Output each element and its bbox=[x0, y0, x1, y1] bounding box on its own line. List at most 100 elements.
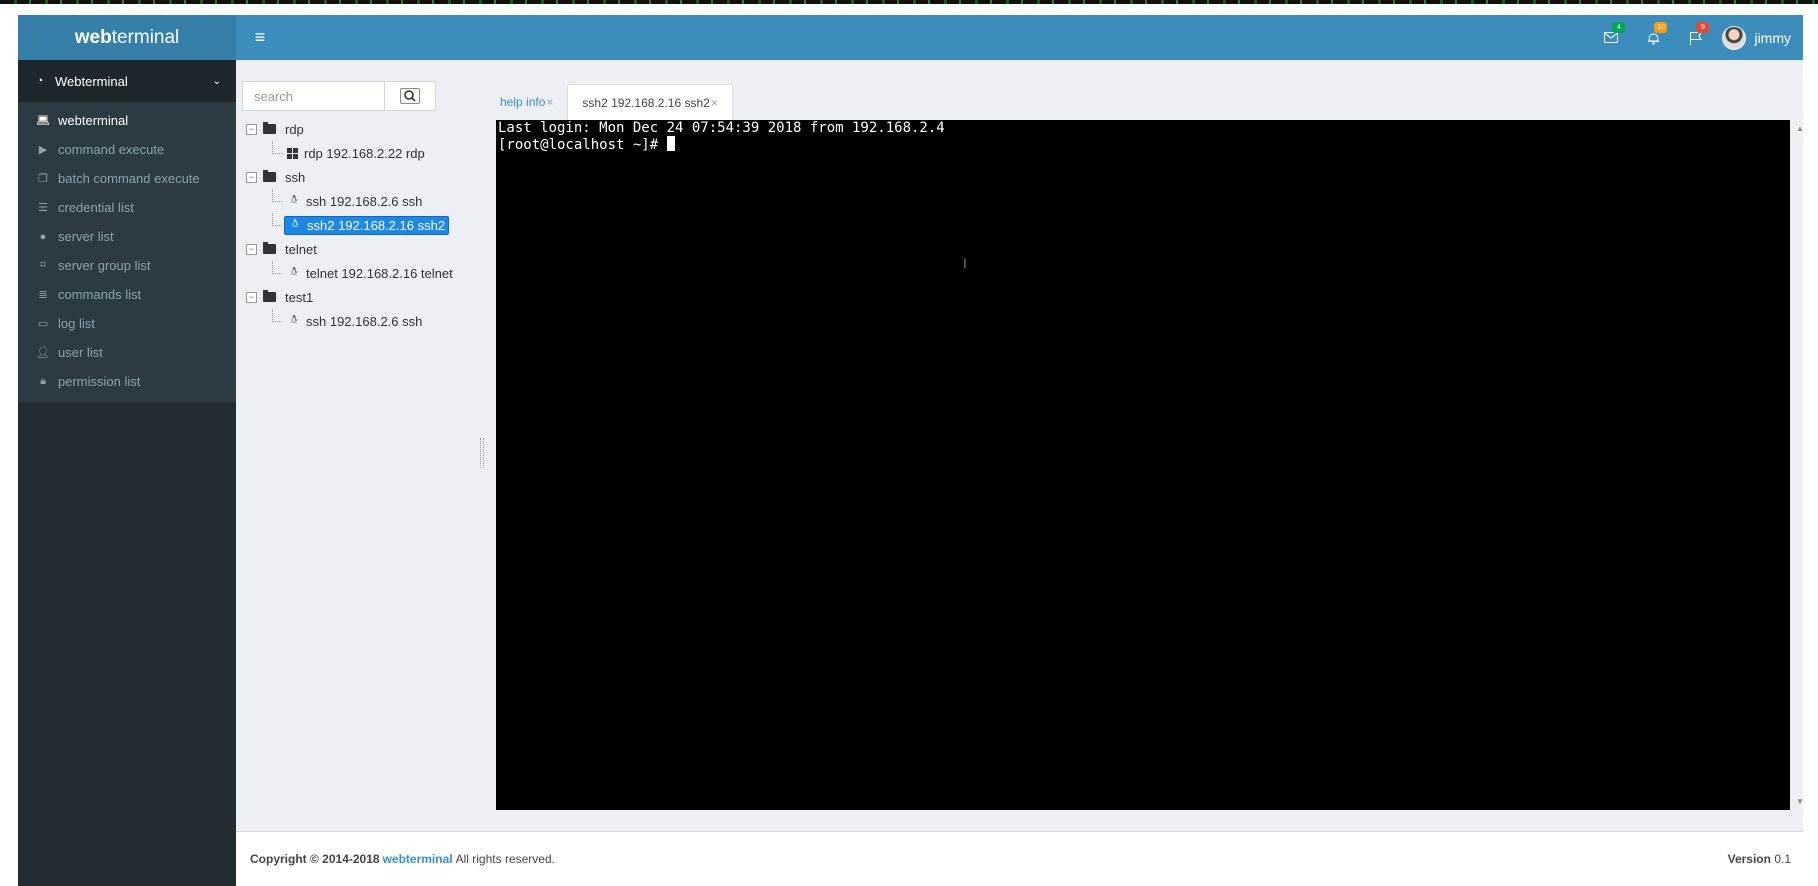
content-wrapper: − rdp rdp 192.168.2.22 rdp − ssh bbox=[236, 60, 1803, 831]
tree-folder-label[interactable]: test1 bbox=[282, 289, 316, 306]
sidebar-item-server-list[interactable]: ● server list bbox=[18, 222, 236, 251]
folder-icon bbox=[263, 290, 276, 302]
tree-node: 🐧︎ ssh2 192.168.2.16 ssh2 bbox=[246, 213, 450, 237]
collapse-toggle[interactable]: − bbox=[246, 123, 257, 135]
close-icon[interactable]: × bbox=[711, 96, 718, 110]
close-icon[interactable]: × bbox=[546, 95, 553, 109]
tree-node-telnet-192-168-2-16[interactable]: 🐧︎ telnet 192.168.2.16 telnet bbox=[284, 265, 456, 282]
tree-folder-label[interactable]: ssh bbox=[282, 169, 308, 186]
sidebar-menu: 💻︎ webterminal ▶ command execute ❐ batch… bbox=[18, 102, 236, 402]
sidebar-item-permission-list[interactable]: 🔒︎ permission list bbox=[18, 367, 236, 396]
version-info: Version 0.1 bbox=[1728, 852, 1791, 866]
sidebar-item-label: server group list bbox=[58, 258, 151, 273]
tree-node-label: ssh 192.168.2.6 ssh bbox=[306, 313, 423, 329]
messages-button[interactable]: 4 bbox=[1590, 15, 1632, 60]
search-input[interactable] bbox=[242, 81, 384, 111]
search-icon bbox=[404, 90, 416, 102]
main-header: webterminal ≡ 4 10 9 jimmy bbox=[18, 15, 1803, 60]
notifications-badge: 10 bbox=[1654, 22, 1668, 33]
folder-icon bbox=[263, 170, 276, 182]
linux-icon: 🐧︎ bbox=[290, 194, 298, 206]
tree-connector bbox=[272, 309, 282, 322]
user-icon: 👤︎ bbox=[36, 347, 50, 359]
tree-folder-label[interactable]: telnet bbox=[282, 241, 320, 258]
scroll-up-icon[interactable]: ▲ bbox=[1796, 124, 1803, 133]
version-label: Version bbox=[1727, 852, 1771, 866]
app-window: webterminal ≡ 4 10 9 jimmy ◔ Webterminal… bbox=[18, 15, 1803, 886]
folder-icon bbox=[263, 242, 276, 254]
sidebar-item-label: command execute bbox=[58, 142, 165, 157]
terminal-scrollbar[interactable]: ▲ ▼ bbox=[1796, 120, 1803, 810]
list-ol-icon: ☰ bbox=[38, 202, 48, 214]
lock-icon: 🔒︎ bbox=[40, 375, 46, 387]
mouse-ibeam-cursor-icon: I bbox=[963, 255, 967, 271]
tree-node-label: telnet 192.168.2.16 telnet bbox=[306, 265, 453, 281]
tab-help-info[interactable]: help info × bbox=[486, 84, 567, 120]
sidebar-item-webterminal[interactable]: 💻︎ webterminal bbox=[18, 106, 236, 135]
terminal-cursor bbox=[666, 136, 675, 151]
tree-node: 🐧︎ telnet 192.168.2.16 telnet bbox=[246, 261, 453, 285]
sidebar-item-batch-command-execute[interactable]: ❐ batch command execute bbox=[18, 164, 236, 193]
tree-folder-label[interactable]: rdp bbox=[282, 121, 307, 138]
sidebar-item-command-execute[interactable]: ▶ command execute bbox=[18, 135, 236, 164]
sidebar: ◔ Webterminal ⌄ 💻︎ webterminal ▶ command… bbox=[18, 60, 236, 886]
logo-rest: terminal bbox=[111, 27, 180, 48]
user-menu[interactable]: jimmy bbox=[1716, 15, 1803, 60]
sidebar-item-log-list[interactable]: ▭ log list bbox=[18, 309, 236, 338]
tree-node-label: ssh 192.168.2.6 ssh bbox=[306, 193, 423, 209]
tree-node-ssh-192-168-2-6[interactable]: 🐧︎ ssh 192.168.2.6 ssh bbox=[284, 193, 425, 210]
tab-ssh2-192-168-2-16[interactable]: ssh2 192.168.2.16 ssh2 × bbox=[567, 84, 733, 120]
tree-node: rdp 192.168.2.22 rdp bbox=[246, 141, 446, 165]
sidebar-section-webterminal[interactable]: ◔ Webterminal ⌄ bbox=[18, 60, 236, 102]
tree-connector bbox=[272, 261, 282, 274]
navbar-right: 4 10 9 jimmy bbox=[1590, 15, 1803, 60]
desktop-icon: ▭ bbox=[37, 318, 49, 330]
laptop-icon: 💻︎ bbox=[36, 115, 50, 127]
pane-splitter-handle[interactable] bbox=[480, 438, 484, 468]
list-icon: ≣ bbox=[38, 289, 48, 301]
copy-icon: ❐ bbox=[38, 173, 48, 185]
terminal-screen[interactable]: Last login: Mon Dec 24 07:54:39 2018 fro… bbox=[496, 120, 1790, 810]
tree-connector bbox=[272, 213, 282, 226]
crop-icon: ⌗ bbox=[39, 259, 47, 271]
rights-text: All rights reserved. bbox=[455, 852, 555, 866]
chevron-down-icon: ⌄ bbox=[212, 75, 221, 87]
sidebar-toggle-button[interactable]: ≡ bbox=[250, 27, 270, 47]
collapse-toggle[interactable]: − bbox=[246, 243, 257, 255]
scroll-down-icon[interactable]: ▼ bbox=[1796, 797, 1803, 806]
envelope-icon bbox=[1604, 32, 1619, 43]
sidebar-item-server-group-list[interactable]: ⌗ server group list bbox=[18, 251, 236, 280]
messages-badge: 4 bbox=[1612, 22, 1626, 33]
collapse-toggle[interactable]: − bbox=[246, 291, 257, 303]
sidebar-item-label: server list bbox=[58, 229, 114, 244]
collapse-toggle[interactable]: − bbox=[246, 171, 257, 183]
search-button[interactable] bbox=[384, 81, 436, 111]
menu-icon: ≡ bbox=[254, 27, 266, 47]
tree-node-rdp-192-168-2-22[interactable]: rdp 192.168.2.22 rdp bbox=[284, 145, 428, 162]
tree-folder-telnet: − telnet bbox=[246, 237, 446, 261]
sidebar-item-label: permission list bbox=[58, 374, 141, 389]
notifications-button[interactable]: 10 bbox=[1632, 15, 1674, 60]
tasks-button[interactable]: 9 bbox=[1674, 15, 1716, 60]
tree-connector bbox=[272, 141, 282, 154]
logo[interactable]: webterminal bbox=[18, 15, 236, 60]
tree-folder-test1: − test1 bbox=[246, 285, 446, 309]
tree-node-ssh2-192-168-2-16[interactable]: 🐧︎ ssh2 192.168.2.16 ssh2 bbox=[284, 215, 450, 235]
sidebar-item-credential-list[interactable]: ☰ credential list bbox=[18, 193, 236, 222]
tasks-badge: 9 bbox=[1696, 22, 1710, 33]
tab-label: ssh2 192.168.2.16 ssh2 bbox=[582, 95, 710, 110]
tree-connector bbox=[272, 189, 282, 202]
sidebar-item-label: commands list bbox=[58, 287, 142, 302]
sidebar-item-label: batch command execute bbox=[58, 171, 200, 186]
terminal-tabs: help info × ssh2 192.168.2.16 ssh2 × bbox=[486, 84, 733, 120]
footer-brand-link[interactable]: webterminal bbox=[383, 852, 453, 866]
sidebar-item-commands-list[interactable]: ≣ commands list bbox=[18, 280, 236, 309]
sidebar-item-user-list[interactable]: 👤︎ user list bbox=[18, 338, 236, 367]
tree-node-label: ssh2 192.168.2.16 ssh2 bbox=[307, 217, 446, 233]
server-tree: − rdp rdp 192.168.2.22 rdp − ssh 🐧︎ ssh … bbox=[246, 117, 453, 333]
sidebar-item-label: log list bbox=[58, 316, 95, 331]
sidebar-section-label: Webterminal bbox=[55, 73, 128, 89]
tree-node: 🐧︎ ssh 192.168.2.6 ssh bbox=[246, 309, 446, 333]
button-frame bbox=[400, 88, 420, 104]
tree-node-test1-ssh-192-168-2-6[interactable]: 🐧︎ ssh 192.168.2.6 ssh bbox=[284, 313, 425, 330]
